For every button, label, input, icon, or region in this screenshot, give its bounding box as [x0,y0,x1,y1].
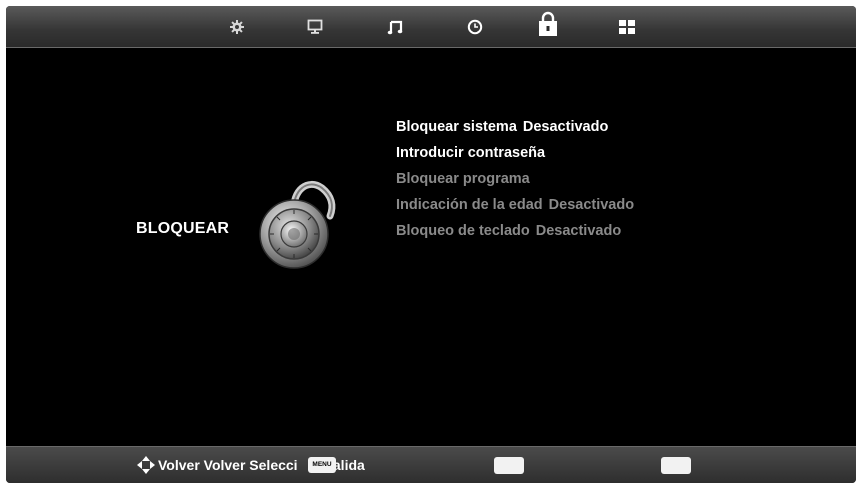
menu-key-button[interactable]: MENU [308,457,336,473]
menu-item-value: Desactivado [535,223,622,239]
gear-icon[interactable] [226,16,248,38]
function-key-button[interactable] [661,457,691,474]
menu-item-label: Introducir contraseña [396,145,546,161]
section-title: BLOQUEAR [136,220,230,237]
menu-item-introducir-contrasena[interactable]: Introducir contraseña [396,144,634,170]
lock-icon[interactable] [536,10,560,38]
menu-item-label: Indicación de la edad [396,197,543,213]
menu-item-bloqueo-teclado[interactable]: Bloqueo de teclado Desactivado [396,222,634,248]
grid-icon[interactable] [616,16,638,38]
menu-item-value: Desactivado [548,197,635,213]
function-key-button[interactable] [494,457,524,474]
bottom-hint-bar: Volver Volver Selecci Salida MENU [6,446,856,483]
menu-item-value: Desactivado [522,119,609,135]
lock-settings-menu: Bloquear sistema Desactivado Introducir c… [396,118,634,248]
menu-item-indicacion-edad[interactable]: Indicación de la edad Desactivado [396,196,634,222]
clock-icon[interactable] [464,16,486,38]
monitor-icon[interactable] [304,16,326,38]
menu-item-bloquear-sistema[interactable]: Bloquear sistema Desactivado [396,118,634,144]
tv-menu-screen: BLOQUEAR Bloquear sistema Desactivado In… [6,6,856,483]
music-note-icon[interactable] [384,16,406,38]
hint-label: Volver Volver Selecci [158,457,298,473]
padlock-icon [246,172,346,277]
menu-item-label: Bloquear sistema [396,119,517,135]
menu-item-label: Bloquear programa [396,171,530,187]
menu-item-label: Bloqueo de teclado [396,223,530,239]
direction-pad-icon [136,455,156,480]
menu-item-bloquear-programa[interactable]: Bloquear programa [396,170,634,196]
top-tab-bar [6,6,856,48]
